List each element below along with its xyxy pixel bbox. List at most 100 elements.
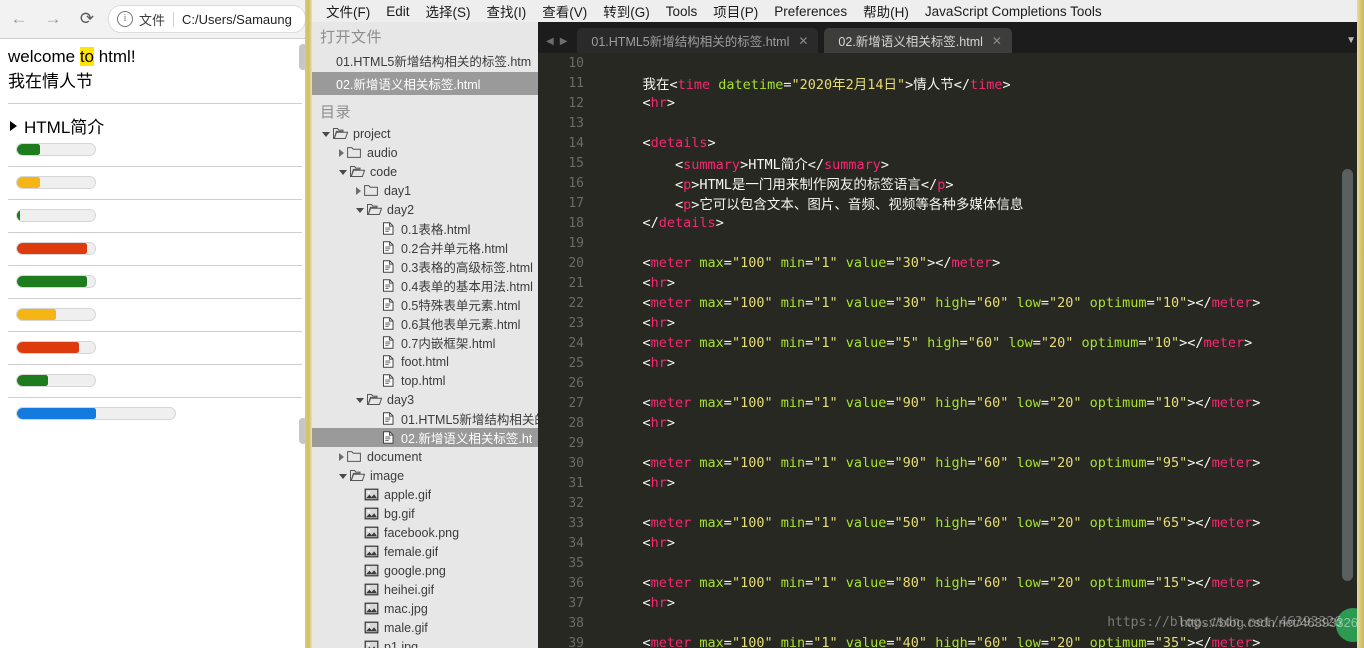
tab-prev-icon[interactable]: ◀ [546,36,554,47]
chevron-down-icon[interactable] [339,170,347,175]
tree-file-row[interactable]: google.png [312,561,538,580]
meter-row [16,142,302,157]
chevron-down-icon[interactable] [356,398,364,403]
screen-root: ← → ⟳ i 文件 C:/Users/Samaung welcome to h… [0,0,1364,648]
tree-folder-row[interactable]: day1 [312,181,538,200]
code-token: high [927,455,968,471]
tree-folder-row[interactable]: code [312,162,538,181]
code-token: = [1032,335,1041,351]
tree-file-row[interactable]: 0.5特殊表单元素.html [312,295,538,314]
chevron-down-icon[interactable] [339,474,347,479]
code-token: = [805,455,814,471]
menu-item-10[interactable]: JavaScript Completions Tools [917,4,1110,19]
code-line: 23 <hr> [538,313,1364,333]
code-token: hr [650,315,667,331]
open-file-item[interactable]: 02.新增语义相关标签.html [312,72,538,95]
tree-file-row[interactable]: 0.1表格.html [312,219,538,238]
open-file-item[interactable]: 01.HTML5新增结构相关的标签.htm [312,49,538,72]
image-file-icon [364,507,379,520]
address-bar[interactable]: i 文件 C:/Users/Samaung [108,5,306,33]
code-line: 29 [538,433,1364,453]
line-number: 22 [568,295,584,311]
tree-file-row[interactable]: bg.gif [312,504,538,523]
tree-file-row[interactable]: p1.jpg [312,637,538,648]
chevron-right-icon[interactable] [339,148,344,157]
menu-item-4[interactable]: 查看(V) [534,1,595,21]
menu-item-2[interactable]: 选择(S) [418,1,479,21]
tree-file-row[interactable]: 02.新增语义相关标签.ht [312,428,538,447]
tree-file-row[interactable]: apple.gif [312,485,538,504]
tab-scroll-controls[interactable]: ◀ ▶ [538,36,577,53]
close-icon[interactable]: ✕ [992,34,1002,48]
menu-item-3[interactable]: 查找(I) [479,1,535,21]
chevron-down-icon[interactable] [356,208,364,213]
code-token: > [666,415,676,431]
code-text: <meter max="100" min="1" value="30" high… [596,295,1364,311]
code-token: = [805,515,814,531]
close-icon[interactable]: ✕ [798,34,808,48]
tree-file-row[interactable]: heihei.gif [312,580,538,599]
line-number: 24 [568,335,584,351]
tab-dropdown-icon[interactable]: ▼ [1346,35,1356,46]
tree-folder-row[interactable]: day3 [312,390,538,409]
code-token: >HTML简介</ [740,157,824,173]
folder-icon [347,146,362,159]
menu-item-6[interactable]: Tools [658,4,706,19]
menu-item-1[interactable]: Edit [378,4,417,19]
tree-folder-row[interactable]: document [312,447,538,466]
code-token: "1" [813,635,838,648]
tree-file-row[interactable]: mac.jpg [312,599,538,618]
tree-file-row[interactable]: 0.3表格的高级标签.html [312,257,538,276]
site-info-icon[interactable]: i [117,11,133,27]
menu-item-5[interactable]: 转到(G) [595,1,658,21]
tree-folder-row[interactable]: day2 [312,200,538,219]
code-line: 20 <meter max="100" min="1" value="30"><… [538,253,1364,273]
menu-item-0[interactable]: 文件(F) [318,1,378,21]
code-token: ></ [1187,295,1212,311]
tree-file-row[interactable]: foot.html [312,352,538,371]
tree-file-row[interactable]: female.gif [312,542,538,561]
code-token: "95" [1154,455,1188,471]
reload-icon[interactable]: ⟳ [72,4,102,34]
chevron-right-icon[interactable] [356,186,361,195]
tree-file-row[interactable]: male.gif [312,618,538,637]
tree-file-row[interactable]: 0.7内嵌框架.html [312,333,538,352]
meter-gauge [16,275,96,289]
tree-folder-row[interactable]: image [312,466,538,485]
back-icon[interactable]: ← [4,4,34,34]
chevron-down-icon[interactable] [322,132,330,137]
tree-file-row[interactable]: 01.HTML5新增结构相关的 [312,409,538,428]
code-editor[interactable]: 10 11 我在<time datetime="2020年2月14日">情人节</… [538,53,1364,648]
tree-file-row[interactable]: 0.6其他表单元素.html [312,314,538,333]
tree-file-row[interactable]: 0.2合并单元格.html [312,238,538,257]
details-summary-toggle[interactable]: HTML简介 [10,113,302,138]
tree-file-row[interactable]: 0.4表单的基本用法.html [312,276,538,295]
editor-tab-label: 02.新增语义相关标签.html [838,35,983,49]
tree-folder-row[interactable]: audio [312,143,538,162]
tree-item-label: heihei.gif [384,582,435,597]
meter-row [16,175,302,190]
tree-file-row[interactable]: top.html [312,371,538,390]
tree-file-row[interactable]: facebook.png [312,523,538,542]
editor-tab[interactable]: 01.HTML5新增结构相关的标签.html ✕ [577,28,819,53]
code-token: "30" [894,295,928,311]
code-token: "10" [1154,395,1188,411]
menu-item-7[interactable]: 项目(P) [705,1,766,21]
tree-item-label: 0.6其他表单元素.html [401,318,521,332]
code-scrollbar-thumb[interactable] [1342,169,1353,581]
meter-fill [17,309,56,321]
tab-next-icon[interactable]: ▶ [560,36,568,47]
menu-item-8[interactable]: Preferences [766,4,855,19]
page-divider [8,265,302,267]
editor-tab[interactable]: 02.新增语义相关标签.html ✕ [824,28,1012,53]
forward-icon[interactable]: → [38,4,68,34]
line-number: 38 [568,615,584,631]
chevron-right-icon[interactable] [339,452,344,461]
code-token: high [927,635,968,648]
code-line: 33 <meter max="100" min="1" value="50" h… [538,513,1364,533]
meter-row [16,208,302,223]
menu-item-9[interactable]: 帮助(H) [855,1,917,21]
page-divider [8,364,302,366]
code-token: "1" [813,295,838,311]
tree-folder-row[interactable]: project [312,124,538,143]
